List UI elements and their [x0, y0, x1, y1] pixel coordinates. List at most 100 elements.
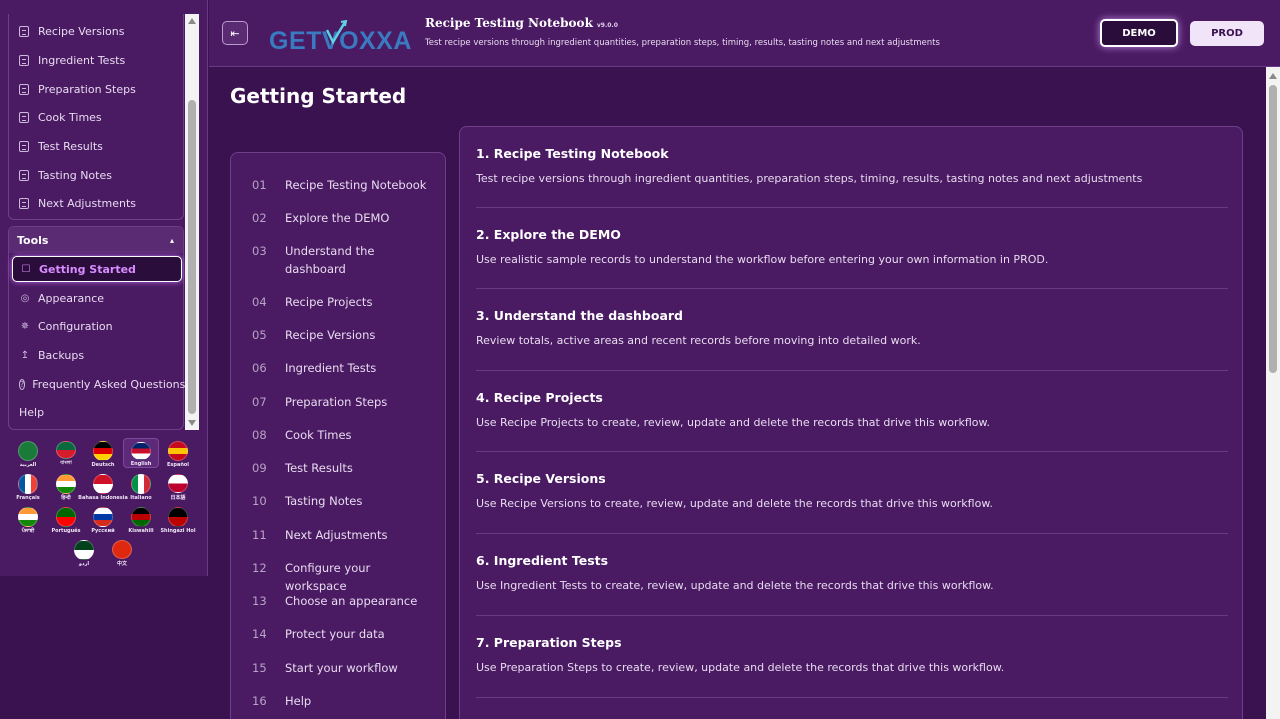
section: 1. Recipe Testing Notebook Test recipe ve…	[476, 146, 1228, 185]
prod-button[interactable]: PROD	[1190, 21, 1264, 46]
section-title: 4. Recipe Projects	[476, 390, 603, 405]
toc-item[interactable]: 06 Ingredient Tests	[252, 359, 442, 377]
language-label: Русский	[91, 528, 115, 534]
language-option[interactable]: اردو	[66, 537, 102, 567]
flag-icon	[18, 507, 38, 527]
toc-item[interactable]: 10 Tasting Notes	[252, 492, 442, 510]
language-option[interactable]: Kiswahili	[123, 504, 159, 534]
question-icon: ?	[19, 378, 26, 390]
section-text: Use Ingredient Tests to create, review, …	[476, 579, 994, 592]
sidebar-nav: Recipe Versions Ingredient Tests Prepara…	[8, 14, 184, 220]
language-label: Kiswahili	[128, 528, 154, 534]
language-label: ਪੰਜਾਬੀ	[21, 528, 35, 534]
section: 7. Preparation Steps Use Preparation Step…	[476, 635, 1228, 674]
collapse-icon: ⇤	[230, 26, 240, 40]
toc-item[interactable]: 08 Cook Times	[252, 426, 442, 444]
language-option[interactable]: Shingazi Hol	[160, 504, 196, 534]
divider	[476, 533, 1228, 534]
language-option[interactable]: ਪੰਜਾਬੀ	[10, 504, 46, 534]
language-label: বাংলা	[60, 460, 72, 466]
toc-item[interactable]: 09 Test Results	[252, 459, 442, 477]
language-label: Shingazi Hol	[160, 528, 196, 534]
tool-appearance[interactable]: ◎ Appearance	[12, 285, 182, 311]
sidebar-item-ingredient-tests[interactable]: Ingredient Tests	[19, 50, 125, 70]
language-option[interactable]: English	[123, 438, 159, 468]
flag-icon	[56, 441, 76, 459]
list-icon	[19, 197, 29, 209]
main-scrollbar[interactable]	[1266, 67, 1280, 719]
toc-item[interactable]: 12 Configure your workspace	[252, 559, 442, 595]
page-title: Getting Started	[230, 84, 407, 108]
language-option[interactable]: বাংলা	[48, 438, 84, 468]
language-option[interactable]: Русский	[85, 504, 121, 534]
sidebar-item-preparation-steps[interactable]: Preparation Steps	[19, 79, 136, 99]
scroll-thumb[interactable]	[188, 100, 196, 414]
flag-icon	[168, 507, 188, 527]
divider	[476, 451, 1228, 452]
chevron-up-icon: ▴	[169, 235, 174, 245]
toc-item[interactable]: 15 Start your workflow	[252, 659, 442, 677]
language-option[interactable]: Deutsch	[85, 438, 121, 468]
tool-configuration[interactable]: ✵ Configuration	[12, 313, 182, 339]
toc-item[interactable]: 16 Help	[252, 692, 442, 710]
section-text: Test recipe versions through ingredient …	[476, 172, 1143, 185]
toc-item[interactable]: 03 Understand the dashboard	[252, 242, 442, 278]
language-option[interactable]: Português	[48, 504, 84, 534]
upload-icon: ↥	[20, 349, 30, 361]
section-title: 2. Explore the DEMO	[476, 227, 621, 242]
list-icon	[19, 111, 29, 123]
tool-help[interactable]: Help	[12, 399, 182, 425]
section-text: Use Preparation Steps to create, review,…	[476, 661, 1005, 674]
flag-icon	[74, 540, 94, 560]
toc-item[interactable]: 04 Recipe Projects	[252, 293, 442, 311]
language-option[interactable]: Italiano	[123, 471, 159, 501]
scroll-down-arrow-icon[interactable]	[188, 420, 196, 426]
tool-faq[interactable]: ? Frequently Asked Questions	[12, 371, 185, 397]
section-title: 7. Preparation Steps	[476, 635, 622, 650]
sidebar-item-recipe-versions[interactable]: Recipe Versions	[19, 21, 124, 41]
language-option[interactable]: 日本語	[160, 471, 196, 501]
section-text: Use Recipe Versions to create, review, u…	[476, 497, 993, 510]
flag-icon	[168, 474, 188, 493]
toc-item[interactable]: 05 Recipe Versions	[252, 326, 442, 344]
toc-item[interactable]: 14 Protect your data	[252, 625, 442, 643]
section-title: 5. Recipe Versions	[476, 471, 606, 486]
toc-item[interactable]: 11 Next Adjustments	[252, 526, 442, 544]
section-text: Use Recipe Projects to create, review, u…	[476, 416, 991, 429]
palette-icon: ◎	[20, 292, 30, 304]
language-option[interactable]: Français	[10, 471, 46, 501]
toc-item[interactable]: 07 Preparation Steps	[252, 393, 442, 411]
tool-getting-started[interactable]: ☐ Getting Started	[12, 256, 182, 282]
flag-icon	[131, 507, 151, 527]
section: 3. Understand the dashboard Review totals…	[476, 308, 1228, 347]
language-label: Português	[51, 528, 81, 534]
flag-icon	[131, 474, 151, 494]
divider	[476, 288, 1228, 289]
toc-item[interactable]: 13 Choose an appearance	[252, 592, 442, 610]
list-icon	[19, 169, 29, 181]
language-label: Français	[16, 495, 40, 501]
toc-item[interactable]: 02 Explore the DEMO	[252, 209, 442, 227]
scroll-up-arrow-icon[interactable]	[188, 18, 196, 24]
language-option[interactable]: العربية	[10, 438, 46, 468]
demo-button[interactable]: DEMO	[1100, 19, 1178, 47]
divider	[476, 697, 1228, 698]
sidebar-scrollbar[interactable]	[185, 14, 199, 430]
section-text: Use realistic sample records to understa…	[476, 253, 1049, 266]
language-option[interactable]: Bahasa Indonesia	[78, 471, 128, 501]
sidebar-item-cook-times[interactable]: Cook Times	[19, 107, 102, 127]
list-icon	[19, 25, 29, 37]
scroll-up-arrow-icon[interactable]	[1269, 73, 1277, 79]
sidebar-item-test-results[interactable]: Test Results	[19, 136, 103, 156]
tool-backups[interactable]: ↥ Backups	[12, 342, 182, 368]
language-option[interactable]: Español	[160, 438, 196, 468]
scroll-thumb[interactable]	[1269, 85, 1277, 373]
language-option[interactable]: 中文	[104, 537, 140, 567]
language-label: 日本語	[170, 495, 186, 501]
sidebar-item-next-adjustments[interactable]: Next Adjustments	[19, 193, 136, 213]
toc-item[interactable]: 01 Recipe Testing Notebook	[252, 176, 442, 194]
tools-header[interactable]: Tools ▴	[9, 227, 183, 253]
sidebar-item-tasting-notes[interactable]: Tasting Notes	[19, 165, 112, 185]
sidebar-toggle-button[interactable]: ⇤	[222, 21, 248, 45]
section: 4. Recipe Projects Use Recipe Projects to…	[476, 390, 1228, 429]
